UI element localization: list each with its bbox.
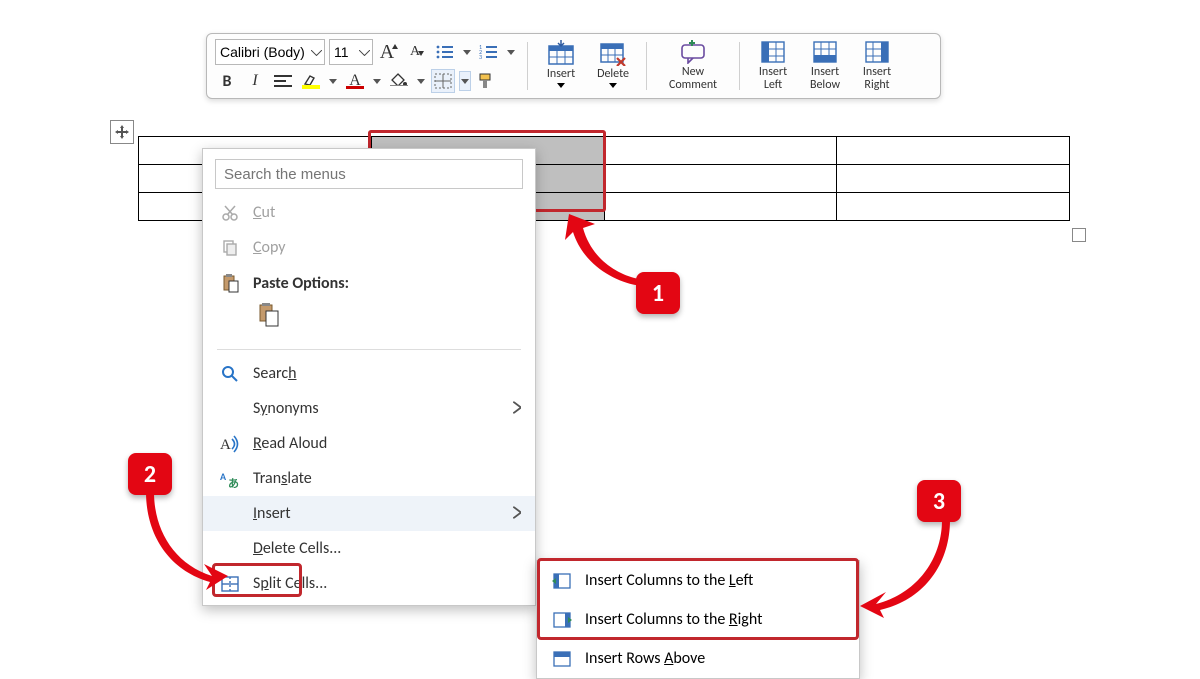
- svg-text:A: A: [220, 470, 227, 483]
- insert-cols-right-icon: [551, 611, 573, 629]
- translate-icon: Aあ: [219, 470, 241, 488]
- menu-read-aloud-label: ead Aloud: [261, 434, 327, 453]
- chevron-right-icon: [513, 504, 521, 523]
- svg-text:あ: あ: [228, 477, 239, 488]
- menu-synonyms[interactable]: Synonyms: [203, 391, 535, 426]
- shrink-font-button[interactable]: A: [405, 40, 429, 64]
- highlight-color-button[interactable]: [299, 69, 323, 93]
- submenu-rows-above[interactable]: Insert Rows Above: [537, 639, 859, 678]
- read-aloud-icon: A: [219, 435, 241, 453]
- shading-dropdown[interactable]: [415, 79, 427, 84]
- menu-copy-label: opy: [262, 238, 286, 257]
- menu-search[interactable]: Search: [203, 356, 535, 391]
- format-painter-button[interactable]: [475, 69, 499, 93]
- paste-icon: [219, 273, 241, 293]
- submenu-cols-left[interactable]: Insert Columns to the Left: [537, 561, 859, 600]
- insert-submenu: Insert Columns to the Left Insert Column…: [536, 560, 860, 679]
- submenu-cols-right-label: Insert Columns to the: [585, 610, 729, 629]
- menu-translate[interactable]: Aあ Translate: [203, 461, 535, 496]
- callout-badge-1: 1: [636, 272, 680, 314]
- insert-table-button[interactable]: Insert: [538, 38, 584, 94]
- shading-button[interactable]: [387, 69, 411, 93]
- menu-split-cells[interactable]: Split Cells...: [203, 566, 535, 601]
- mini-toolbar: A A 123 B I A: [206, 33, 941, 99]
- grow-font-button[interactable]: A: [377, 40, 401, 64]
- font-color-button[interactable]: A: [343, 69, 367, 93]
- menu-delete-cells[interactable]: Delete Cells...: [203, 531, 535, 566]
- font-size-select[interactable]: [329, 39, 373, 65]
- submenu-cols-right[interactable]: Insert Columns to the Right: [537, 600, 859, 639]
- insert-below-button[interactable]: InsertBelow: [802, 38, 848, 94]
- cut-icon: [219, 204, 241, 222]
- copy-icon: [219, 239, 241, 257]
- menu-paste-options-heading: Paste Options:: [203, 265, 535, 295]
- menu-copy: Copy: [203, 230, 535, 265]
- paste-options-label: Paste Options:: [253, 274, 349, 293]
- menu-search-label: Searc: [253, 364, 288, 383]
- split-cells-icon: [219, 576, 241, 592]
- callout-arrow-3: [856, 520, 956, 620]
- numbering-dropdown[interactable]: [505, 50, 517, 55]
- search-icon: [219, 365, 241, 383]
- menu-insert[interactable]: Insert: [203, 496, 535, 531]
- insert-right-button[interactable]: InsertRight: [854, 38, 900, 94]
- menu-search-input[interactable]: [215, 159, 523, 189]
- font-name-select[interactable]: [215, 39, 325, 65]
- table-move-handle[interactable]: [110, 120, 134, 144]
- chevron-right-icon: [513, 399, 521, 418]
- menu-translate-label: Tran: [253, 469, 281, 488]
- svg-text:A: A: [220, 437, 231, 453]
- insert-left-button[interactable]: InsertLeft: [750, 38, 796, 94]
- highlight-color-dropdown[interactable]: [327, 79, 339, 84]
- submenu-cols-left-label: Insert Columns to the: [585, 571, 729, 590]
- context-menu: Cut Copy Paste Options: Search Synonyms …: [202, 148, 536, 606]
- menu-insert-label: nsert: [257, 504, 291, 523]
- menu-cut: Cut: [203, 195, 535, 230]
- table-resize-handle[interactable]: [1072, 228, 1086, 242]
- numbering-button[interactable]: 123: [477, 40, 501, 64]
- callout-badge-3: 3: [917, 480, 961, 522]
- callout-badge-2: 2: [128, 453, 172, 495]
- borders-dropdown[interactable]: [459, 71, 471, 91]
- borders-button[interactable]: [431, 69, 455, 93]
- insert-cols-left-icon: [551, 572, 573, 590]
- bullets-dropdown[interactable]: [461, 50, 473, 55]
- insert-rows-above-icon: [551, 650, 573, 668]
- submenu-rows-above-label: Insert Rows: [585, 649, 664, 668]
- new-comment-button[interactable]: NewComment: [657, 38, 729, 94]
- delete-table-button[interactable]: Delete: [590, 38, 636, 94]
- align-button[interactable]: [271, 69, 295, 93]
- svg-text:3: 3: [479, 53, 482, 60]
- bold-button[interactable]: B: [215, 69, 239, 93]
- menu-read-aloud[interactable]: A Read Aloud: [203, 426, 535, 461]
- menu-cut-label: t: [270, 203, 275, 222]
- italic-button[interactable]: I: [243, 69, 267, 93]
- font-color-dropdown[interactable]: [371, 79, 383, 84]
- bullets-button[interactable]: [433, 40, 457, 64]
- menu-delete-cells-label: elete Cells...: [263, 539, 341, 558]
- paste-keep-source-button[interactable]: [253, 299, 283, 331]
